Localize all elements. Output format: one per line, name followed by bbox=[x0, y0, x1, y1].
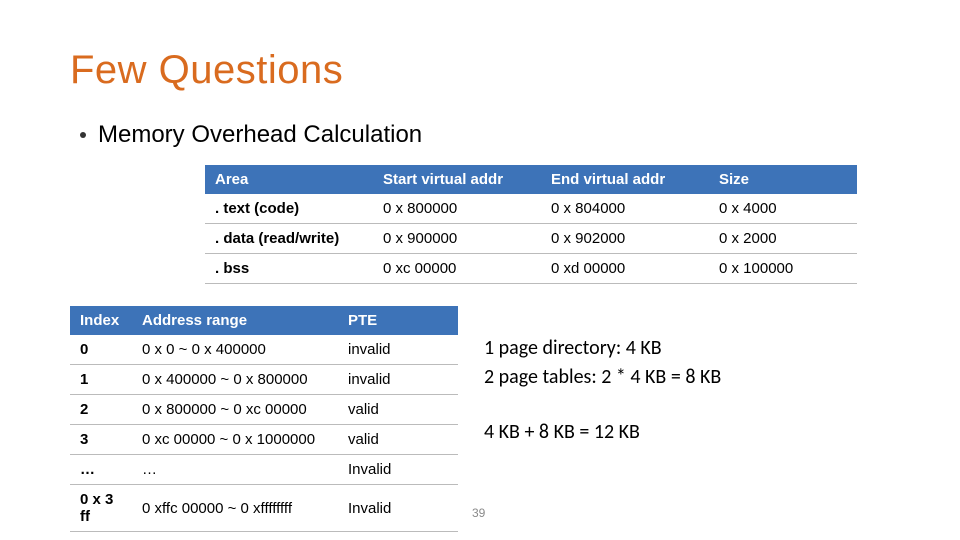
cell: 0 xc 00000 ~ 0 x 1000000 bbox=[132, 425, 338, 455]
calculation-annotation: 1 page directory: 4 KB 2 page tables: 2 … bbox=[484, 306, 721, 447]
cell: invalid bbox=[338, 365, 458, 395]
table-header-row: Index Address range PTE bbox=[70, 306, 458, 335]
cell: … bbox=[132, 455, 338, 485]
page-number: 39 bbox=[472, 506, 485, 520]
bullet-item: Memory Overhead Calculation bbox=[80, 121, 900, 149]
annot-line: 2 page tables: 2 * 4 KB = 8 KB bbox=[484, 363, 721, 392]
cell: 0 x 100000 bbox=[709, 254, 857, 284]
cell: 0 x 4000 bbox=[709, 194, 857, 224]
cell: 0 xc 00000 bbox=[373, 254, 541, 284]
col-size: Size bbox=[709, 165, 857, 194]
col-area: Area bbox=[205, 165, 373, 194]
cell: . text (code) bbox=[205, 194, 373, 224]
pte-table: Index Address range PTE 0 0 x 0 ~ 0 x 40… bbox=[70, 306, 458, 532]
table-header-row: Area Start virtual addr End virtual addr… bbox=[205, 165, 857, 194]
table-row: . data (read/write) 0 x 900000 0 x 90200… bbox=[205, 224, 857, 254]
annot-line: 1 page directory: 4 KB bbox=[484, 334, 721, 363]
table-row: … … Invalid bbox=[70, 455, 458, 485]
cell: 0 x 900000 bbox=[373, 224, 541, 254]
cell: 0 xd 00000 bbox=[541, 254, 709, 284]
bullet-text: Memory Overhead Calculation bbox=[98, 121, 422, 149]
table-row: . text (code) 0 x 800000 0 x 804000 0 x … bbox=[205, 194, 857, 224]
areas-table: Area Start virtual addr End virtual addr… bbox=[205, 165, 857, 284]
pte-table-wrap: Index Address range PTE 0 0 x 0 ~ 0 x 40… bbox=[70, 306, 458, 532]
page-title: Few Questions bbox=[70, 48, 900, 93]
table-row: . bss 0 xc 00000 0 xd 00000 0 x 100000 bbox=[205, 254, 857, 284]
cell: … bbox=[70, 455, 132, 485]
table-row: 0 x 3 ff 0 xffc 00000 ~ 0 xffffffff Inva… bbox=[70, 485, 458, 532]
bullet-dot-icon bbox=[80, 132, 86, 138]
annot-line: 4 KB + 8 KB = 12 KB bbox=[484, 418, 721, 447]
cell: valid bbox=[338, 425, 458, 455]
col-start: Start virtual addr bbox=[373, 165, 541, 194]
cell: 1 bbox=[70, 365, 132, 395]
cell: 2 bbox=[70, 395, 132, 425]
cell: 0 x 0 ~ 0 x 400000 bbox=[132, 335, 338, 365]
cell: 0 x 800000 bbox=[373, 194, 541, 224]
col-end: End virtual addr bbox=[541, 165, 709, 194]
lower-row: Index Address range PTE 0 0 x 0 ~ 0 x 40… bbox=[70, 306, 900, 532]
slide: Few Questions Memory Overhead Calculatio… bbox=[0, 0, 960, 540]
areas-table-wrap: Area Start virtual addr End virtual addr… bbox=[205, 165, 900, 284]
cell: . bss bbox=[205, 254, 373, 284]
cell: . data (read/write) bbox=[205, 224, 373, 254]
cell: invalid bbox=[338, 335, 458, 365]
cell: 0 x 800000 ~ 0 xc 00000 bbox=[132, 395, 338, 425]
cell: 0 xffc 00000 ~ 0 xffffffff bbox=[132, 485, 338, 532]
col-index: Index bbox=[70, 306, 132, 335]
cell: 0 x 804000 bbox=[541, 194, 709, 224]
cell: 0 x 400000 ~ 0 x 800000 bbox=[132, 365, 338, 395]
cell: Invalid bbox=[338, 455, 458, 485]
table-row: 1 0 x 400000 ~ 0 x 800000 invalid bbox=[70, 365, 458, 395]
cell: 0 bbox=[70, 335, 132, 365]
cell: 0 x 902000 bbox=[541, 224, 709, 254]
cell: 3 bbox=[70, 425, 132, 455]
cell: 0 x 3 ff bbox=[70, 485, 132, 532]
table-row: 0 0 x 0 ~ 0 x 400000 invalid bbox=[70, 335, 458, 365]
table-row: 3 0 xc 00000 ~ 0 x 1000000 valid bbox=[70, 425, 458, 455]
col-pte: PTE bbox=[338, 306, 458, 335]
col-range: Address range bbox=[132, 306, 338, 335]
cell: 0 x 2000 bbox=[709, 224, 857, 254]
table-row: 2 0 x 800000 ~ 0 xc 00000 valid bbox=[70, 395, 458, 425]
cell: valid bbox=[338, 395, 458, 425]
cell: Invalid bbox=[338, 485, 458, 532]
